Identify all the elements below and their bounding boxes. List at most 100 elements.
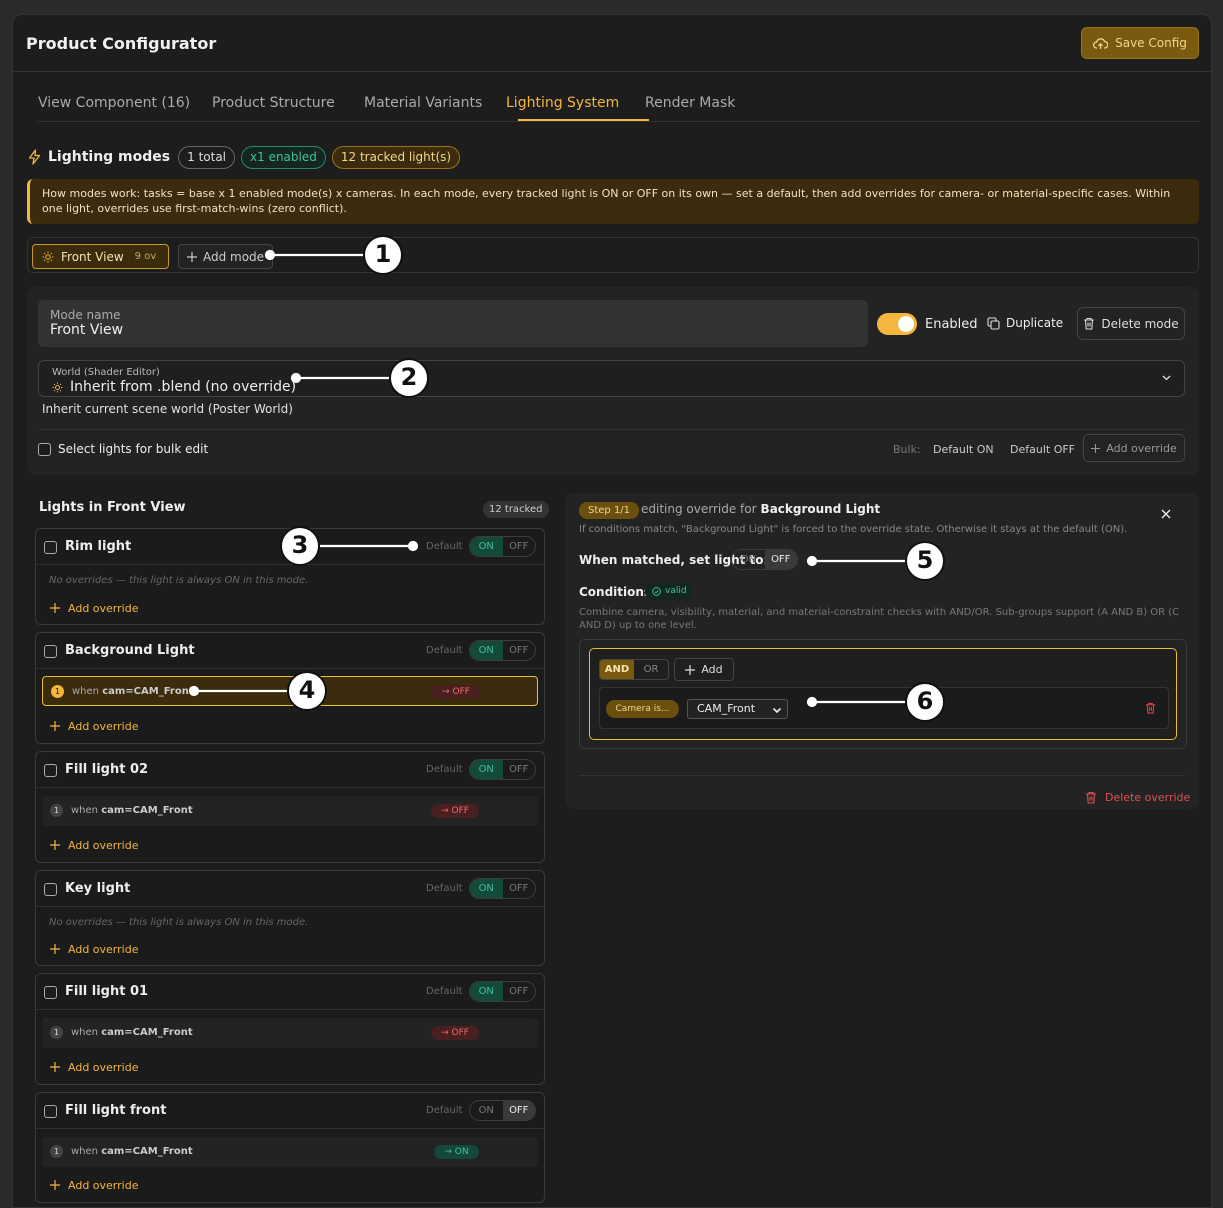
duplicate-button[interactable]: Duplicate <box>987 309 1063 337</box>
valid-badge: valid <box>645 583 694 600</box>
world-value: Inherit from .blend (no override) <box>52 379 296 395</box>
off-option[interactable]: OFF <box>503 641 536 660</box>
divider <box>579 775 1185 776</box>
add-override-button[interactable]: Add override <box>50 600 138 616</box>
plus-icon <box>50 603 60 613</box>
lighting-modes-header: Lighting modes 1 total x1 enabled 12 tra… <box>27 145 461 169</box>
on-option[interactable]: ON <box>470 982 503 1001</box>
override-number: 1 <box>51 685 64 698</box>
tracked-lights-badge: 12 tracked light(s) <box>331 145 461 169</box>
override-result-tag: → OFF <box>432 685 480 699</box>
light-select-checkbox[interactable] <box>44 541 57 554</box>
bulk-add-override-button[interactable]: Add override <box>1083 434 1185 462</box>
add-override-button[interactable]: Add override <box>50 718 138 734</box>
plus-icon <box>50 1062 60 1072</box>
light-select-checkbox[interactable] <box>44 883 57 896</box>
world-hint: Inherit current scene world (Poster Worl… <box>42 402 293 416</box>
condition-type-pill[interactable]: Camera is... <box>606 700 679 718</box>
default-on-off-toggle[interactable]: ON OFF <box>469 759 536 780</box>
when-label: when <box>71 1027 99 1038</box>
on-option[interactable]: ON <box>732 550 765 569</box>
on-option[interactable]: ON <box>470 760 503 779</box>
delete-override-button[interactable]: Delete override <box>1085 791 1190 804</box>
enabled-toggle[interactable] <box>877 313 917 335</box>
tab-lighting-system[interactable]: Lighting System <box>506 95 619 111</box>
light-select-checkbox[interactable] <box>44 1105 57 1118</box>
light-card-key-light: Key light Default ON OFF No overrides — … <box>35 870 545 966</box>
default-on-off-toggle[interactable]: ON OFF <box>469 1100 536 1121</box>
save-config-button[interactable]: Save Config <box>1081 27 1199 59</box>
off-option[interactable]: OFF <box>503 760 536 779</box>
save-config-label: Save Config <box>1115 36 1187 50</box>
add-override-button[interactable]: Add override <box>50 837 138 853</box>
mode-name-field[interactable]: Mode name Front View <box>38 300 868 347</box>
bulk-default-off-button[interactable]: Default OFF <box>1010 443 1075 456</box>
add-condition-button[interactable]: Add <box>674 658 734 681</box>
default-on-off-toggle[interactable]: ON OFF <box>469 981 536 1002</box>
on-option[interactable]: ON <box>470 641 503 660</box>
app-window: Product Configurator Save Config View Co… <box>12 14 1212 1208</box>
lighting-modes-title: Lighting modes <box>48 149 171 165</box>
mode-chip-front-view[interactable]: Front View 9 ov <box>32 244 169 269</box>
default-label: Default <box>426 764 463 775</box>
tab-material-variants[interactable]: Material Variants <box>364 95 482 111</box>
default-on-off-toggle[interactable]: ON OFF <box>469 640 536 661</box>
light-select-checkbox[interactable] <box>44 645 57 658</box>
sun-icon <box>52 381 63 393</box>
light-select-checkbox[interactable] <box>44 764 57 777</box>
camera-select[interactable]: CAM_Front <box>687 699 788 719</box>
bulk-select-control[interactable]: Select lights for bulk edit <box>38 442 208 456</box>
lightning-icon <box>28 149 41 165</box>
when-label: when <box>72 686 100 697</box>
default-on-off-toggle[interactable]: ON OFF <box>469 878 536 899</box>
default-on-off-toggle[interactable]: ON OFF <box>469 536 536 557</box>
override-hint: If conditions match, "Background Light" … <box>579 524 1128 535</box>
on-option[interactable]: ON <box>470 1101 503 1120</box>
and-option[interactable]: AND <box>600 660 634 679</box>
add-override-button[interactable]: Add override <box>50 1059 138 1075</box>
conditions-container: AND OR Add Camera is... CAM_Front <box>579 639 1187 749</box>
tab-bar: View Component (16) Product Structure Ma… <box>37 92 1199 122</box>
chevron-down-icon <box>772 707 782 714</box>
override-row[interactable]: 1 when cam=CAM_Front → OFF <box>42 796 538 826</box>
editing-override-heading: editing override for Background Light <box>641 502 880 516</box>
or-option[interactable]: OR <box>634 660 668 679</box>
total-badge: 1 total <box>178 145 236 169</box>
on-option[interactable]: ON <box>470 537 503 556</box>
mode-chip-label: Front View <box>61 249 124 264</box>
off-option[interactable]: OFF <box>502 1101 535 1120</box>
override-row[interactable]: 1 when cam=CAM_Front → ON <box>42 1137 538 1167</box>
and-or-toggle[interactable]: AND OR <box>599 659 669 680</box>
on-option[interactable]: ON <box>470 879 503 898</box>
off-option[interactable]: OFF <box>503 982 536 1001</box>
close-icon[interactable] <box>1161 509 1171 519</box>
bulk-select-checkbox[interactable] <box>38 442 51 456</box>
copy-icon <box>987 316 1000 330</box>
no-overrides-text: No overrides — this light is always ON i… <box>49 575 309 586</box>
mode-name-value[interactable]: Front View <box>50 322 856 339</box>
default-label: Default <box>426 883 463 894</box>
light-card-fill-light-front: Fill light front Default ON OFF 1 when c… <box>35 1092 545 1203</box>
delete-mode-button[interactable]: Delete mode <box>1077 307 1185 340</box>
plus-icon <box>1091 443 1101 453</box>
add-override-button[interactable]: Add override <box>50 1177 138 1193</box>
matched-state-toggle[interactable]: ON OFF <box>731 549 798 570</box>
off-option[interactable]: OFF <box>503 879 536 898</box>
tab-view-component[interactable]: View Component (16) <box>38 95 190 111</box>
trash-icon[interactable] <box>1145 702 1156 714</box>
override-condition-value: cam=CAM_Front <box>102 686 194 697</box>
override-row[interactable]: 1 when cam=CAM_Front → OFF <box>42 1018 538 1048</box>
add-mode-button[interactable]: Add mode <box>178 244 273 269</box>
plus-icon <box>50 840 60 850</box>
bulk-label: Bulk: <box>893 443 921 456</box>
bulk-default-on-button[interactable]: Default ON <box>933 443 994 456</box>
world-select[interactable]: World (Shader Editor) Inherit from .blen… <box>38 360 1185 397</box>
callout-badge-4: 4 <box>287 671 327 711</box>
off-option[interactable]: OFF <box>503 537 536 556</box>
add-override-label: Add override <box>68 1060 139 1074</box>
tab-render-mask[interactable]: Render Mask <box>645 95 735 111</box>
tab-product-structure[interactable]: Product Structure <box>212 95 335 111</box>
light-select-checkbox[interactable] <box>44 986 57 999</box>
off-option[interactable]: OFF <box>764 550 797 569</box>
add-override-button[interactable]: Add override <box>50 941 138 957</box>
